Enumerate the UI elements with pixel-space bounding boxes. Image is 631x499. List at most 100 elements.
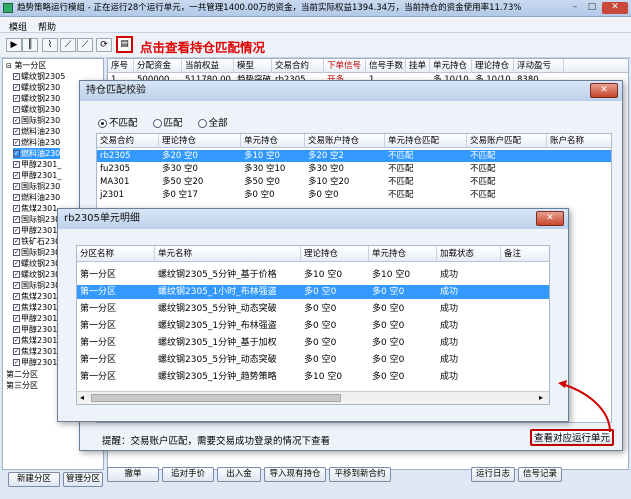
main-col-header[interactable]: 理论持仓 [472, 59, 514, 73]
checkbox-icon[interactable]: ✓ [13, 84, 20, 91]
checkbox-icon[interactable]: ✓ [13, 304, 20, 311]
tree-item[interactable]: ✓ 焦煤2301_ [13, 203, 61, 214]
checkbox-icon[interactable]: ✓ [13, 249, 20, 256]
checkbox-icon[interactable]: ✓ [13, 194, 20, 201]
checkbox-icon[interactable]: ✓ [13, 73, 20, 80]
menu-item-module[interactable]: 模组 [9, 20, 27, 33]
detail-table-row[interactable]: 第一分区 螺纹钢2305_1小时_布林强盗 多0 空0 多0 空0 成功 [77, 285, 549, 299]
match-table-row[interactable]: fu2305 多30 空0 多30 空10 多30 空0 不匹配 不匹配 [97, 163, 611, 175]
chart-line-icon[interactable]: ⌇ [42, 38, 58, 52]
match-col-header[interactable]: 账户名称 [547, 134, 611, 148]
tree-item[interactable]: ✓ 甲醇2301_ [13, 159, 61, 170]
import-position-button[interactable]: 导入现有持仓 [264, 467, 326, 482]
tree-item[interactable]: ✓ 甲醇2301_ [13, 225, 61, 236]
tree-item[interactable]: ✓ 螺纹钢230 [13, 82, 60, 93]
checkbox-icon[interactable]: ✓ [13, 227, 20, 234]
tree-item[interactable]: ✓ 螺纹钢2305 [13, 71, 65, 82]
check-position-icon[interactable]: ▤ [116, 36, 133, 53]
trend2-icon[interactable]: ⟋ [77, 38, 93, 52]
main-col-header[interactable]: 下单信号 [324, 59, 366, 73]
tree-item[interactable]: ✓ 焦煤2301_ [13, 335, 61, 346]
checkbox-icon[interactable]: ✓ [13, 326, 20, 333]
checkbox-icon[interactable]: ✓ [13, 359, 20, 366]
tree-item[interactable]: ✓ 焦煤2301_ [13, 302, 61, 313]
trend-icon[interactable]: ⟋ [60, 38, 76, 52]
checkbox-icon[interactable]: ✓ [13, 271, 20, 278]
detail-col-header[interactable]: 单元名称 [155, 246, 301, 262]
checkbox-icon[interactable]: ✓ [13, 117, 20, 124]
menu-item-help[interactable]: 帮助 [38, 20, 56, 33]
unit-detail-dialog-close-button[interactable]: ✕ [536, 211, 564, 226]
deposit-withdraw-button[interactable]: 出入金 [217, 467, 261, 482]
checkbox-icon[interactable]: ✓ [13, 282, 20, 289]
checkbox-icon[interactable]: ✓ [13, 106, 20, 113]
signal-log-button[interactable]: 信号记录 [518, 467, 562, 482]
checkbox-icon[interactable]: ✓ [13, 260, 20, 267]
detail-table-row[interactable]: 第一分区 螺纹钢2305_1分钟_基于加权 多0 空0 多0 空0 成功 [77, 336, 549, 350]
tree-group-3[interactable]: 第三分区 [6, 380, 38, 391]
match-col-header[interactable]: 交易账户匹配 [467, 134, 547, 148]
radio-unmatched[interactable]: 不匹配 [98, 118, 138, 129]
tree-item[interactable]: ✓ 国际铜230 [13, 181, 60, 192]
detail-col-header[interactable]: 单元持仓 [369, 246, 437, 262]
tree-item[interactable]: ✓ 甲醇2301_ [13, 313, 61, 324]
detail-table-row[interactable]: 第一分区 螺纹钢2305_5分钟_基于价格 多10 空0 多10 空0 成功 [77, 268, 549, 282]
main-col-header[interactable]: 模型 [234, 59, 272, 73]
tree-item[interactable]: ✓ 燃料油230 [13, 192, 60, 203]
match-table-row[interactable]: j2301 多0 空17 多0 空0 多0 空0 不匹配 不匹配 [97, 189, 611, 201]
cancel-order-button[interactable]: 撤单 [107, 467, 159, 482]
detail-col-header[interactable]: 分区名称 [77, 246, 155, 262]
tree-item[interactable]: ✓ 甲醇2301_ [13, 324, 61, 335]
tree-item[interactable]: ✓ 甲醇2301_ [13, 170, 61, 181]
checkbox-icon[interactable]: ✓ [13, 172, 20, 179]
tree-item[interactable]: ✓ 螺纹钢230 [13, 258, 60, 269]
chase-price-button[interactable]: 追对手价 [162, 467, 214, 482]
checkbox-icon[interactable]: ✓ [13, 348, 20, 355]
main-col-header[interactable]: 分配资金 [134, 59, 182, 73]
main-col-header[interactable]: 交易合约 [272, 59, 324, 73]
tree-item[interactable]: ✓ 燃料油230 [13, 148, 61, 159]
match-col-header[interactable]: 交易合约 [97, 134, 159, 148]
checkbox-icon[interactable]: ✓ [13, 337, 20, 344]
detail-col-header[interactable]: 加载状态 [437, 246, 501, 262]
tree-item[interactable]: ✓ 焦煤2301_ [13, 346, 61, 357]
refresh-icon[interactable]: ⟳ [96, 38, 112, 52]
main-col-header[interactable]: 挂单 [406, 59, 430, 73]
tree-item[interactable]: ✓ 燃料油230 [13, 126, 60, 137]
checkbox-icon[interactable]: ✓ [13, 183, 20, 190]
match-table-row[interactable]: MA301 多50 空20 多50 空0 多10 空20 不匹配 不匹配 [97, 176, 611, 188]
pause-icon[interactable]: ║ [22, 38, 38, 52]
radio-matched[interactable]: 匹配 [152, 118, 183, 129]
tree-root[interactable]: ⊟ 第一分区 [6, 60, 46, 71]
play-icon[interactable]: ▶ [6, 38, 22, 52]
scroll-thumb[interactable] [91, 394, 341, 402]
detail-table-row[interactable]: 第一分区 螺纹钢2305_1分钟_布林强盗 多0 空0 多0 空0 成功 [77, 319, 549, 333]
tree-item[interactable]: ✓ 螺纹钢230 [13, 93, 60, 104]
tree-item[interactable]: ✓ 铁矿石230 [13, 236, 60, 247]
scroll-right-icon[interactable]: ▸ [539, 393, 543, 402]
main-col-header[interactable]: 单元持仓 [430, 59, 472, 73]
main-col-header[interactable]: 序号 [108, 59, 134, 73]
checkbox-icon[interactable]: ✓ [13, 139, 20, 146]
position-match-dialog-close-button[interactable]: ✕ [590, 83, 618, 98]
main-col-header[interactable]: 信号手数 [366, 59, 406, 73]
detail-col-header[interactable]: 理论持仓 [301, 246, 369, 262]
checkbox-icon[interactable]: ✓ [13, 216, 20, 223]
tree-item[interactable]: ✓ 国际铜230 [13, 247, 60, 258]
tree-item[interactable]: ✓ 燃料油230 [13, 137, 60, 148]
radio-all[interactable]: 全部 [197, 118, 228, 129]
match-col-header[interactable]: 单元持仓 [241, 134, 305, 148]
checkbox-icon[interactable]: ✓ [13, 150, 20, 157]
checkbox-icon[interactable]: ✓ [13, 95, 20, 102]
detail-table-row[interactable]: 第一分区 螺纹钢2305_1分钟_趋势策略 多10 空0 多0 空0 成功 [77, 370, 549, 384]
new-partition-button[interactable]: 新建分区 [8, 472, 60, 487]
checkbox-icon[interactable]: ✓ [13, 315, 20, 322]
checkbox-icon[interactable]: ✓ [13, 128, 20, 135]
checkbox-icon[interactable]: ✓ [13, 161, 20, 168]
tree-item[interactable]: ✓ 螺纹钢230 [13, 104, 60, 115]
manage-partition-button[interactable]: 管理分区 [63, 472, 103, 487]
tree-item[interactable]: ✓ 国际铜230 [13, 280, 60, 291]
move-contract-button[interactable]: 平移到新合约 [329, 467, 391, 482]
close-button[interactable]: ✕ [602, 2, 628, 14]
main-col-header[interactable]: 浮动盈亏 [514, 59, 564, 73]
